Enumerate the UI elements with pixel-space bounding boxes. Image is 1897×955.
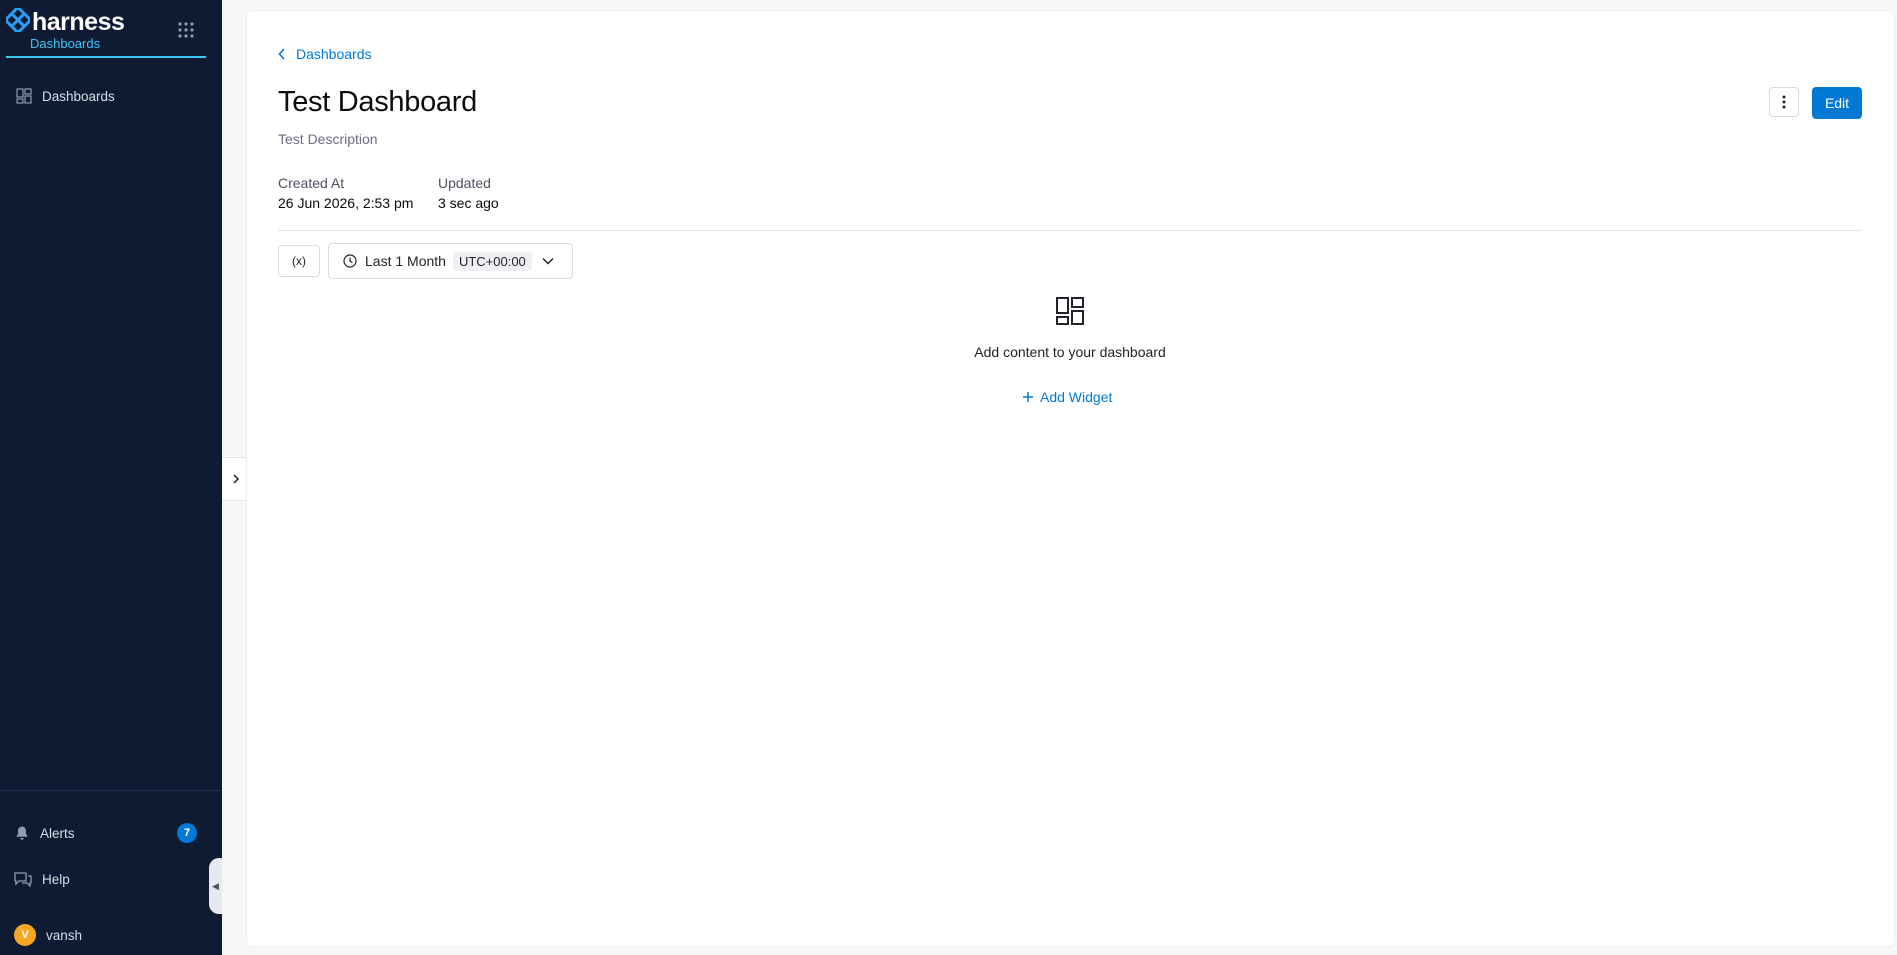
chevron-down-icon bbox=[542, 257, 554, 265]
more-vertical-icon bbox=[1782, 95, 1786, 109]
chevron-left-icon bbox=[278, 48, 285, 60]
breadcrumb[interactable]: Dashboards bbox=[278, 46, 372, 62]
user-profile[interactable]: V vansh bbox=[14, 923, 82, 947]
module-name: Dashboards bbox=[30, 36, 101, 51]
variables-button[interactable]: (x) bbox=[278, 245, 320, 277]
sidebar-item-help[interactable]: Help bbox=[14, 867, 70, 891]
module-underline bbox=[6, 56, 206, 58]
add-widget-button[interactable]: Add Widget bbox=[1022, 386, 1112, 408]
created-at-label: Created At bbox=[278, 175, 345, 191]
collapse-sidebar-handle[interactable]: ◀ bbox=[209, 858, 222, 914]
sidebar-item-label: Dashboards bbox=[42, 88, 115, 104]
empty-state-message: Add content to your dashboard bbox=[974, 344, 1166, 360]
sidebar: harness Dashboards Dashboards Alerts 7 H… bbox=[0, 0, 222, 955]
updated-value: 3 sec ago bbox=[438, 195, 499, 211]
apps-grid-icon[interactable] bbox=[176, 20, 196, 40]
brand-name: harness bbox=[32, 8, 125, 36]
add-widget-label: Add Widget bbox=[1040, 389, 1113, 405]
caret-left-icon: ◀ bbox=[212, 880, 219, 891]
plus-icon bbox=[1023, 392, 1033, 402]
time-range-value: Last 1 Month bbox=[365, 253, 446, 269]
sidebar-divider bbox=[0, 790, 222, 791]
dashboard-card bbox=[246, 10, 1895, 947]
bell-icon bbox=[16, 826, 28, 840]
edit-button[interactable]: Edit bbox=[1812, 87, 1862, 119]
more-options-button[interactable] bbox=[1769, 87, 1799, 117]
user-name: vansh bbox=[46, 927, 83, 943]
avatar: V bbox=[14, 924, 36, 946]
dashboard-grid-icon bbox=[16, 88, 32, 104]
help-label: Help bbox=[42, 871, 70, 887]
header-divider bbox=[278, 230, 1862, 231]
sidebar-item-dashboards[interactable]: Dashboards bbox=[16, 84, 115, 108]
harness-logo-icon bbox=[6, 8, 30, 32]
chevron-right-icon bbox=[233, 474, 240, 484]
alerts-label: Alerts bbox=[40, 825, 75, 841]
widgets-grid-icon bbox=[1056, 297, 1084, 325]
timezone-tag: UTC+00:00 bbox=[452, 251, 532, 271]
breadcrumb-dashboards-link[interactable]: Dashboards bbox=[296, 46, 372, 62]
sidebar-item-alerts[interactable]: Alerts bbox=[14, 821, 75, 845]
page-title: Test Dashboard bbox=[278, 86, 477, 118]
time-range-select[interactable]: Last 1 Month UTC+00:00 bbox=[328, 243, 573, 279]
alerts-count-badge: 7 bbox=[177, 823, 197, 843]
updated-label: Updated bbox=[438, 175, 491, 191]
clock-icon bbox=[343, 254, 357, 268]
page-description: Test Description bbox=[278, 131, 378, 147]
created-at-value: 26 Jun 2026, 2:53 pm bbox=[278, 195, 414, 211]
help-chat-icon bbox=[14, 872, 32, 887]
